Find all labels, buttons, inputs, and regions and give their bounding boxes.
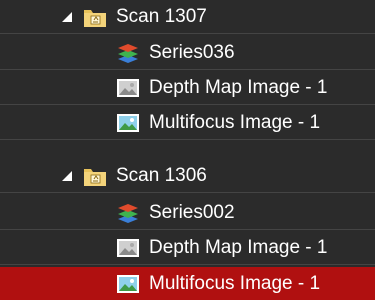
scan-folder-icon — [84, 169, 106, 186]
scan-folder-icon — [84, 10, 106, 27]
tree-node-scan-1307[interactable]: Scan 1307 — [0, 0, 375, 34]
collapse-caret-icon[interactable] — [62, 12, 72, 22]
collapse-caret-icon[interactable] — [62, 171, 72, 181]
tree-node-multifocus-image[interactable]: Multifocus Image - 1 — [0, 106, 375, 140]
image-icon — [117, 239, 139, 257]
layers-stack-icon — [118, 44, 138, 63]
node-label: Series036 — [149, 42, 235, 63]
node-label: Scan 1306 — [116, 165, 207, 186]
image-icon — [117, 79, 139, 97]
scan-tree-view: Scan 1307 Series036 Depth Map Image - 1 … — [0, 0, 375, 300]
tree-node-series002[interactable]: Series002 — [0, 196, 375, 230]
layers-stack-icon — [118, 204, 138, 223]
image-icon — [117, 114, 139, 132]
node-label: Series002 — [149, 202, 235, 223]
node-label: Depth Map Image - 1 — [149, 77, 328, 98]
image-icon — [117, 275, 139, 293]
node-label: Scan 1307 — [116, 6, 207, 27]
tree-node-multifocus-image-selected[interactable]: Multifocus Image - 1 — [0, 267, 375, 300]
node-label: Multifocus Image - 1 — [149, 273, 321, 294]
tree-node-depth-map-image[interactable]: Depth Map Image - 1 — [0, 231, 375, 265]
tree-node-scan-1306[interactable]: Scan 1306 — [0, 159, 375, 193]
tree-node-series036[interactable]: Series036 — [0, 36, 375, 70]
node-label: Depth Map Image - 1 — [149, 237, 328, 258]
tree-node-depth-map-image[interactable]: Depth Map Image - 1 — [0, 71, 375, 105]
node-label: Multifocus Image - 1 — [149, 112, 321, 133]
